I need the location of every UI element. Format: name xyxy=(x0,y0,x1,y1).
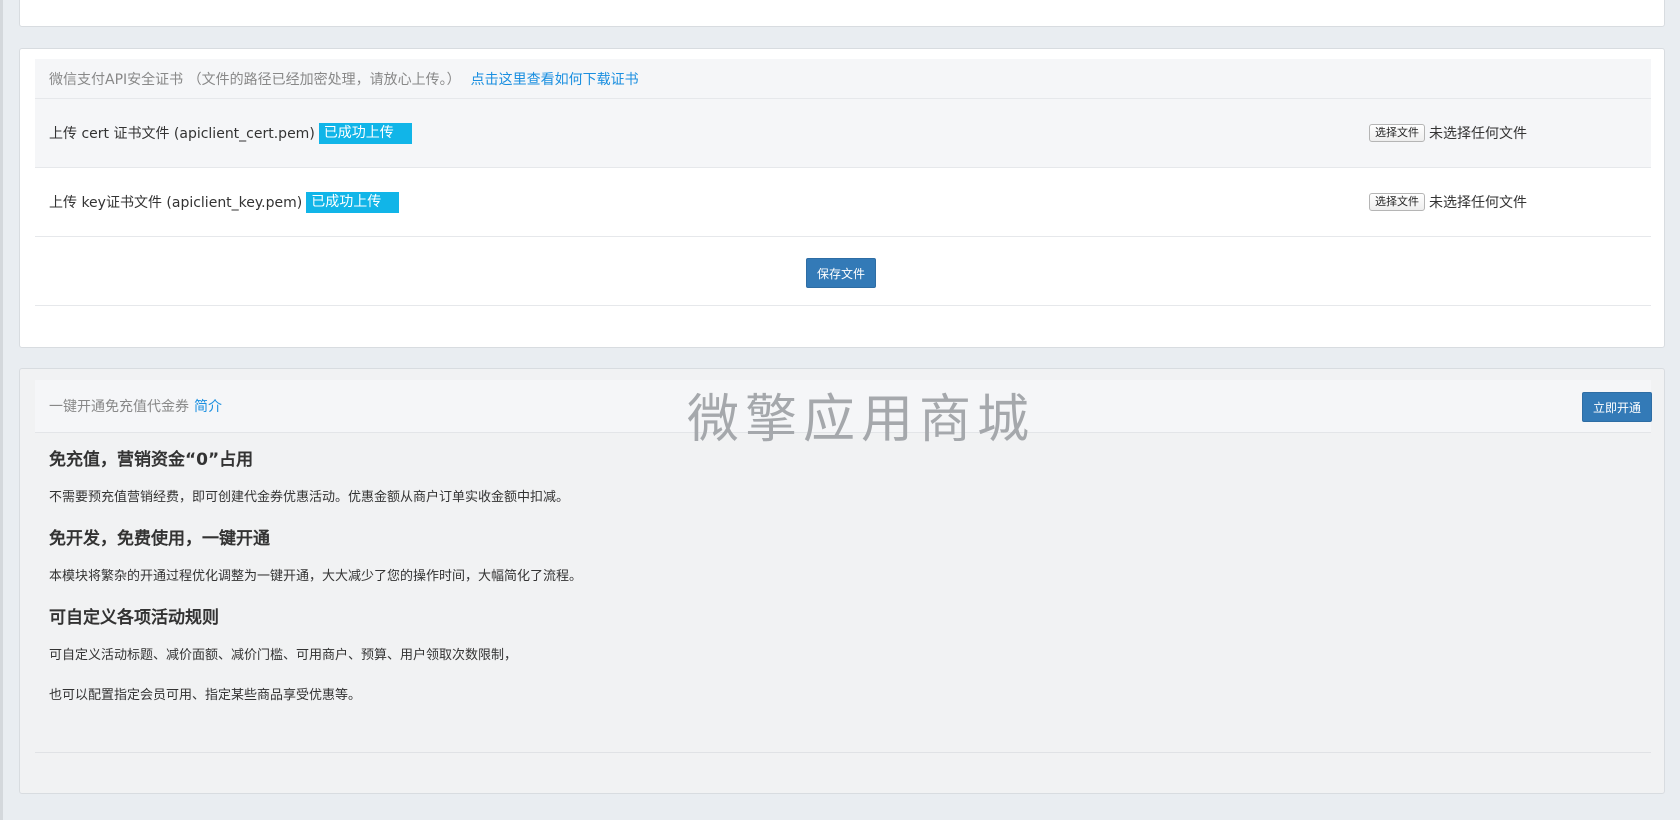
coupon-intro-link[interactable]: 简介 xyxy=(194,396,222,416)
coupon-header-title: 一键开通免充值代金券 xyxy=(49,399,189,415)
feature-description: 也可以配置指定会员可用、指定某些商品享受优惠等。 xyxy=(49,688,362,703)
key-upload-row: 上传 key证书文件 (apiclient_key.pem) 已成功上传 选择文… xyxy=(35,168,1651,237)
cert-file-input[interactable]: 选择文件 未选择任何文件 xyxy=(1369,123,1527,143)
cert-file-status: 未选择任何文件 xyxy=(1429,126,1527,142)
coupon-panel: 一键开通免充值代金券 简介 微擎应用商城 立即开通 免充值，营销资金“0”占用 … xyxy=(19,368,1665,794)
feature-description: 不需要预充值营销经费，即可创建代金券优惠活动。优惠金额从商户订单实收金额中扣减。 xyxy=(49,490,570,505)
cert-upload-label: 上传 cert 证书文件 (apiclient_cert.pem) xyxy=(49,126,315,142)
feature-description: 可自定义活动标题、减价面额、减价门槛、可用商户、预算、用户领取次数限制， xyxy=(49,648,518,663)
cert-header-title: 微信支付API安全证书 （文件的路径已经加密处理，请放心上传。） xyxy=(49,71,461,88)
feature-title: 可自定义各项活动规则 xyxy=(49,608,219,628)
cert-panel-header: 微信支付API安全证书 （文件的路径已经加密处理，请放心上传。） 点击这里查看如… xyxy=(35,59,1651,99)
left-edge-strip xyxy=(0,0,3,820)
cert-status-badge: 已成功上传 xyxy=(318,122,412,144)
key-upload-label: 上传 key证书文件 (apiclient_key.pem) xyxy=(49,195,303,211)
cert-choose-file-button[interactable]: 选择文件 xyxy=(1369,124,1425,142)
cert-download-help-link[interactable]: 点击这里查看如何下载证书 xyxy=(471,69,639,89)
feature-description: 本模块将繁杂的开通过程优化调整为一键开通，大大减少了您的操作时间，大幅简化了流程… xyxy=(49,569,583,584)
save-row: 保存文件 xyxy=(35,237,1651,306)
feature-title: 免开发，免费使用，一键开通 xyxy=(49,529,270,549)
key-choose-file-button[interactable]: 选择文件 xyxy=(1369,193,1425,211)
coupon-footer-divider xyxy=(35,752,1651,753)
cert-upload-row: 上传 cert 证书文件 (apiclient_cert.pem) 已成功上传 … xyxy=(35,99,1651,168)
top-panel-fragment xyxy=(19,0,1665,27)
coupon-panel-header: 一键开通免充值代金券 简介 微擎应用商城 立即开通 xyxy=(35,380,1652,450)
key-file-input[interactable]: 选择文件 未选择任何文件 xyxy=(1369,192,1527,212)
save-file-button[interactable]: 保存文件 xyxy=(806,258,876,288)
cert-panel: 微信支付API安全证书 （文件的路径已经加密处理，请放心上传。） 点击这里查看如… xyxy=(19,48,1665,348)
key-file-status: 未选择任何文件 xyxy=(1429,195,1527,211)
watermark-text: 微擎应用商城 xyxy=(687,390,1036,450)
activate-now-button[interactable]: 立即开通 xyxy=(1582,392,1652,422)
feature-title: 免充值，营销资金“0”占用 xyxy=(49,450,254,470)
key-status-badge: 已成功上传 xyxy=(306,191,400,213)
